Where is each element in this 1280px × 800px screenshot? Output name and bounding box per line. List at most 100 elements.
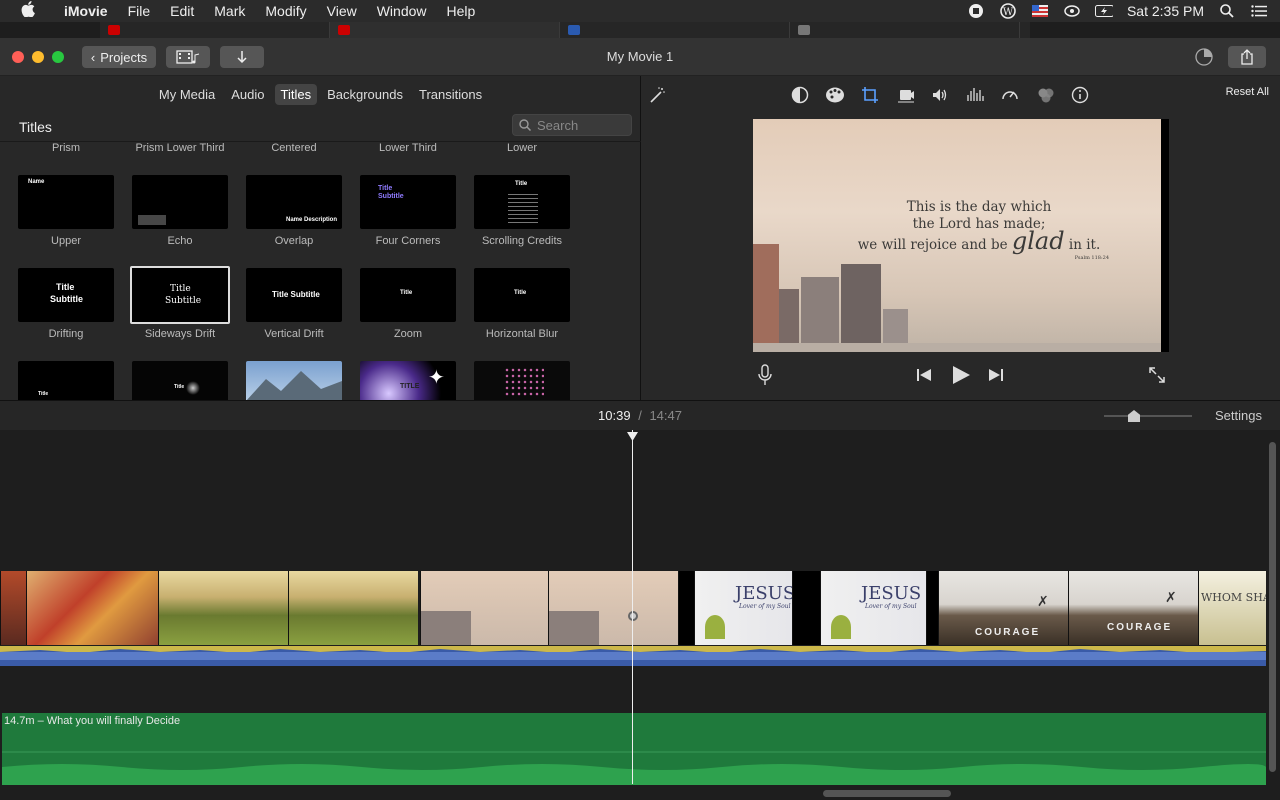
tab-titles[interactable]: Titles xyxy=(274,83,318,105)
content-browser: My Media Audio Titles Backgrounds Transi… xyxy=(0,76,641,400)
title-thumbnail-particles[interactable] xyxy=(474,361,570,400)
playhead-skimmer-icon[interactable] xyxy=(628,611,638,621)
video-clip[interactable] xyxy=(0,571,26,645)
microphone-icon[interactable] xyxy=(758,364,772,391)
spotlight-search-icon[interactable] xyxy=(1218,3,1236,19)
video-clip-whom[interactable]: WHOM SHA xyxy=(1198,571,1266,645)
video-clip-jesus[interactable]: JESUS Lover of my Soul xyxy=(694,571,792,645)
apple-menu-icon[interactable] xyxy=(18,1,38,21)
title-thumbnail-four-corners[interactable]: Title Subtitle xyxy=(360,175,456,229)
video-clip[interactable] xyxy=(158,571,288,645)
fullscreen-icon[interactable] xyxy=(1148,366,1166,389)
title-thumbnail-scrolling-credits[interactable]: Title xyxy=(474,175,570,229)
sync-icon[interactable] xyxy=(1063,3,1081,19)
flag-icon[interactable] xyxy=(1031,3,1049,19)
clip-subtitle: Lover of my Soul xyxy=(739,603,791,610)
title-thumbnail[interactable]: Title xyxy=(132,361,228,400)
background-tab xyxy=(790,22,1020,38)
record-icon[interactable] xyxy=(967,3,985,19)
zoom-slider-knob[interactable] xyxy=(1128,410,1140,422)
menu-window[interactable]: Window xyxy=(367,3,437,19)
background-music-track[interactable]: 14.7m – What you will finally Decide xyxy=(2,713,1266,785)
title-thumbnail-sparkle[interactable]: TITLE ✦ xyxy=(360,361,456,400)
speed-gauge-icon[interactable] xyxy=(1000,85,1020,105)
search-field[interactable]: Search xyxy=(512,114,632,136)
windmill-icon: ✗ xyxy=(1037,593,1049,609)
menu-help[interactable]: Help xyxy=(437,3,486,19)
menu-view[interactable]: View xyxy=(317,3,367,19)
video-clip[interactable] xyxy=(288,571,418,645)
skip-back-icon[interactable] xyxy=(916,368,932,387)
reset-all-button[interactable]: Reset All xyxy=(1226,86,1269,98)
title-thumbnail-overlap[interactable]: Name Description xyxy=(246,175,342,229)
share-icon xyxy=(1241,49,1253,65)
timeline-vertical-scrollbar[interactable] xyxy=(1269,442,1276,772)
share-button[interactable] xyxy=(1228,46,1266,68)
timecode: 10:39 / 14:47 xyxy=(560,408,720,423)
notification-center-icon[interactable] xyxy=(1250,3,1268,19)
filters-icon[interactable] xyxy=(1036,85,1056,105)
window-title: My Movie 1 xyxy=(606,49,674,64)
video-clip-jesus[interactable]: JESUS Lover of my Soul xyxy=(820,571,926,645)
tab-audio[interactable]: Audio xyxy=(225,84,270,105)
total-duration: 14:47 xyxy=(649,408,682,423)
title-thumbnail-upper[interactable]: Name xyxy=(18,175,114,229)
title-thumbnail-zoom[interactable]: Title xyxy=(360,268,456,322)
video-clip-title[interactable] xyxy=(548,571,678,645)
clip-audio-waveform[interactable] xyxy=(0,646,1266,666)
clip-title-jesus: JESUS xyxy=(735,583,792,604)
menu-edit[interactable]: Edit xyxy=(160,3,204,19)
clip-title-courage: COURAGE xyxy=(975,627,1041,638)
title-label: Echo xyxy=(167,235,193,247)
timeline-settings-button[interactable]: Settings xyxy=(1215,408,1262,423)
title-thumbnail-sideways-drift[interactable]: Title Subtitle xyxy=(130,266,230,324)
title-thumbnail-vertical-drift[interactable]: Title Subtitle xyxy=(246,268,342,322)
video-preview[interactable]: This is the day which the Lord has made;… xyxy=(753,119,1169,352)
stabilization-camera-icon[interactable] xyxy=(896,85,916,105)
video-clip-gap[interactable] xyxy=(926,571,938,645)
info-icon[interactable] xyxy=(1070,85,1090,105)
color-correction-palette-icon[interactable] xyxy=(825,85,845,105)
menu-modify[interactable]: Modify xyxy=(255,3,316,19)
menu-mark[interactable]: Mark xyxy=(204,3,255,19)
title-label: Lower Third xyxy=(379,142,437,154)
crop-icon[interactable] xyxy=(860,85,880,105)
video-clip-courage[interactable]: COURAGE ✗ xyxy=(1068,571,1198,645)
search-placeholder: Search xyxy=(537,117,579,133)
title-thumbnail-horizontal-blur[interactable]: Title xyxy=(474,268,570,322)
video-clip-title[interactable] xyxy=(420,571,548,645)
tab-transitions[interactable]: Transitions xyxy=(413,84,488,105)
wordpress-icon[interactable]: W xyxy=(999,3,1017,19)
skip-forward-icon[interactable] xyxy=(988,368,1004,387)
tab-backgrounds[interactable]: Backgrounds xyxy=(321,84,409,105)
equalizer-icon[interactable] xyxy=(965,85,985,105)
video-clip[interactable] xyxy=(26,571,158,645)
background-tasks-icon[interactable] xyxy=(1194,47,1214,72)
title-thumbnail-mountains[interactable] xyxy=(246,361,342,400)
timeline-horizontal-scrollbar[interactable] xyxy=(823,790,951,797)
play-icon[interactable] xyxy=(951,365,971,390)
clip-title-whom: WHOM SHA xyxy=(1201,591,1266,604)
video-clip-courage[interactable]: COURAGE ✗ xyxy=(938,571,1068,645)
menu-bar: iMovie File Edit Mark Modify View Window… xyxy=(0,0,1280,22)
title-label: Drifting xyxy=(48,328,84,340)
timeline-zoom-slider[interactable] xyxy=(1104,410,1192,422)
magic-wand-icon[interactable] xyxy=(647,85,667,105)
preview-line-2: the Lord has made; xyxy=(912,216,1046,232)
menu-file[interactable]: File xyxy=(118,3,161,19)
video-clip-gap[interactable] xyxy=(678,571,694,645)
title-label: Upper xyxy=(51,235,81,247)
title-thumbnail-drifting[interactable]: Title Subtitle xyxy=(18,268,114,322)
title-label: Four Corners xyxy=(375,235,441,247)
video-clip-gap[interactable] xyxy=(792,571,820,645)
tab-my-media[interactable]: My Media xyxy=(153,84,221,105)
menu-app[interactable]: iMovie xyxy=(54,3,118,19)
timeline[interactable]: JESUS Lover of my Soul JESUS Lover of my… xyxy=(0,430,1280,800)
color-balance-icon[interactable] xyxy=(790,85,810,105)
title-thumbnail[interactable]: Title xyxy=(18,361,114,400)
title-thumbnail-echo[interactable] xyxy=(132,175,228,229)
playhead[interactable] xyxy=(632,430,633,784)
clock[interactable]: Sat 2:35 PM xyxy=(1127,3,1204,19)
window-titlebar: ‹ Projects My Movie 1 xyxy=(0,38,1280,76)
volume-icon[interactable] xyxy=(930,85,950,105)
